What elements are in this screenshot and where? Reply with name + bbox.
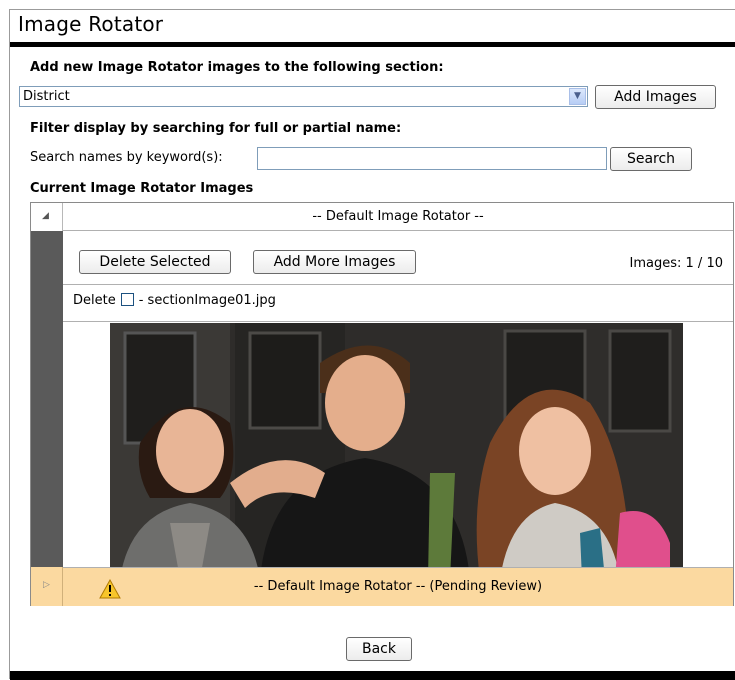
page-title: Image Rotator — [18, 12, 164, 36]
images-count: Images: 1 / 10 — [629, 256, 723, 271]
group-header: -- Default Image Rotator -- — [63, 203, 733, 231]
current-images-label: Current Image Rotator Images — [30, 181, 254, 196]
expand-triangle-icon[interactable]: ▷ — [43, 580, 50, 590]
pending-review-row[interactable]: -- Default Image Rotator -- (Pending Rev… — [63, 567, 733, 606]
collapse-toggle[interactable]: ◢ — [31, 203, 63, 231]
add-section-label: Add new Image Rotator images to the foll… — [30, 60, 444, 75]
toolbar-divider — [63, 284, 733, 285]
image-rotator-grid: ◢ ▷ -- Default Image Rotator -- Delete S… — [30, 202, 734, 606]
section-select[interactable]: District ▼ — [19, 86, 588, 107]
add-images-button[interactable]: Add Images — [595, 85, 716, 109]
expand-toggle[interactable]: ▷ — [31, 567, 63, 606]
filter-label: Filter display by searching for full or … — [30, 121, 402, 136]
image-rotator-panel: Image Rotator Add new Image Rotator imag… — [9, 9, 735, 680]
rotator-image-photo — [110, 323, 683, 579]
search-label: Search names by keyword(s): — [30, 150, 223, 165]
search-button[interactable]: Search — [610, 147, 692, 171]
file-name: - sectionImage01.jpg — [138, 293, 276, 308]
add-more-images-button[interactable]: Add More Images — [253, 250, 416, 274]
item-divider — [63, 321, 733, 322]
warning-icon — [99, 577, 121, 615]
delete-selected-button[interactable]: Delete Selected — [79, 250, 231, 274]
row-gutter — [31, 231, 63, 567]
image-item-row: Delete - sectionImage01.jpg — [73, 293, 276, 308]
title-divider — [10, 42, 735, 47]
pending-review-title: -- Default Image Rotator -- (Pending Rev… — [253, 579, 543, 594]
photo-illustration — [110, 323, 683, 579]
section-select-value: District — [23, 89, 70, 104]
back-button[interactable]: Back — [346, 637, 412, 661]
search-input[interactable] — [257, 147, 607, 170]
delete-label: Delete — [73, 293, 116, 308]
chevron-down-icon[interactable]: ▼ — [569, 88, 586, 105]
collapse-triangle-icon[interactable]: ◢ — [42, 211, 49, 221]
delete-checkbox[interactable] — [120, 293, 134, 306]
